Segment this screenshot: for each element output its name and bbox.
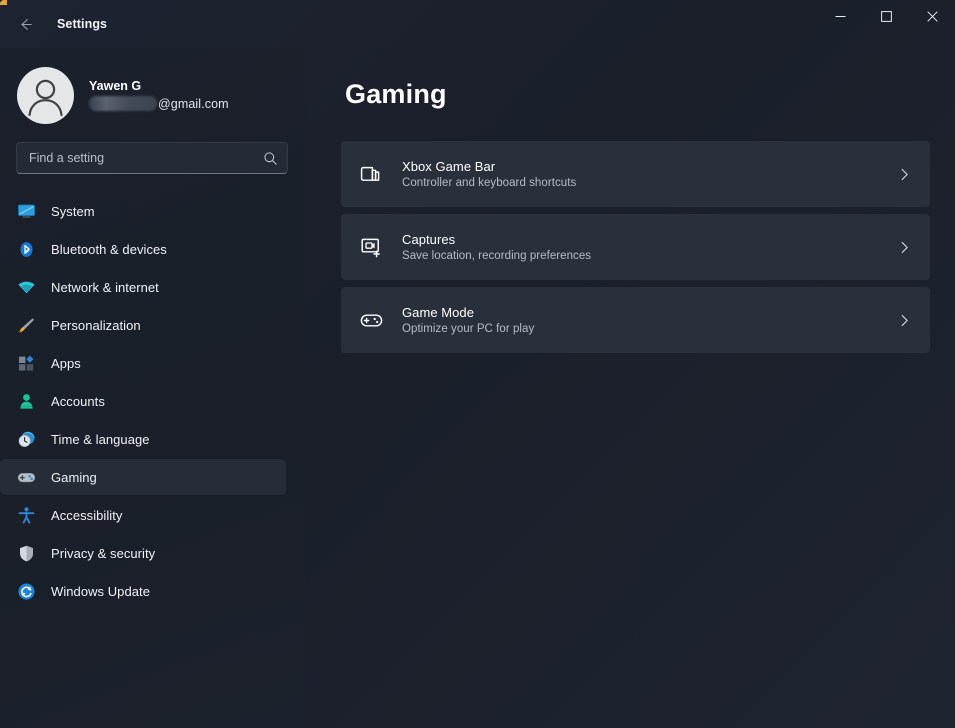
card-text: Xbox Game Bar Controller and keyboard sh… xyxy=(402,159,897,189)
sidebar-item-accessibility[interactable]: Accessibility xyxy=(0,497,286,533)
sidebar: Yawen G @gmail.com Find a setting System… xyxy=(0,48,305,728)
settings-card-xbox-game-bar[interactable]: Xbox Game Bar Controller and keyboard sh… xyxy=(341,141,930,207)
gamepad-outline-icon xyxy=(355,304,387,336)
sidebar-item-label: Personalization xyxy=(51,317,141,333)
sidebar-item-label: Accounts xyxy=(51,393,105,409)
apps-icon xyxy=(16,353,36,373)
title-bar: Settings xyxy=(0,0,955,48)
sidebar-item-windows-update[interactable]: Windows Update xyxy=(0,573,286,609)
app-title: Settings xyxy=(57,17,108,31)
sidebar-item-personalization[interactable]: Personalization xyxy=(0,307,286,343)
maximize-button[interactable] xyxy=(863,0,909,32)
sidebar-item-bluetooth-devices[interactable]: Bluetooth & devices xyxy=(0,231,286,267)
account-name: Yawen G xyxy=(89,79,142,93)
window-accent-corner xyxy=(0,0,7,5)
sidebar-item-label: Windows Update xyxy=(51,583,150,599)
card-subtitle: Optimize your PC for play xyxy=(402,323,535,335)
card-title: Game Mode xyxy=(402,305,474,320)
sidebar-nav: System Bluetooth & devices Network & int… xyxy=(0,193,305,609)
search-icon[interactable] xyxy=(263,151,278,166)
close-button[interactable] xyxy=(909,0,955,32)
back-button[interactable] xyxy=(7,6,43,42)
sidebar-item-label: Accessibility xyxy=(51,507,123,523)
sidebar-item-label: Gaming xyxy=(51,469,97,485)
email-redacted-block xyxy=(89,96,157,111)
sidebar-item-label: Bluetooth & devices xyxy=(51,241,167,257)
window-controls xyxy=(817,0,955,48)
chevron-right-icon xyxy=(897,167,912,182)
sidebar-item-accounts[interactable]: Accounts xyxy=(0,383,286,419)
wifi-icon xyxy=(16,277,36,297)
shield-icon xyxy=(16,543,36,563)
main-content: Gaming Xbox Game Bar Controller and keyb… xyxy=(305,48,955,728)
sidebar-item-label: Time & language xyxy=(51,431,150,447)
email-domain: @gmail.com xyxy=(158,96,229,111)
accessibility-icon xyxy=(16,505,36,525)
card-text: Captures Save location, recording prefer… xyxy=(402,232,897,262)
window-body: Yawen G @gmail.com Find a setting System… xyxy=(0,48,955,728)
search-area xyxy=(0,128,305,174)
settings-card-list: Xbox Game Bar Controller and keyboard sh… xyxy=(341,141,930,353)
system-icon xyxy=(16,201,36,221)
sidebar-item-label: Apps xyxy=(51,355,81,371)
sidebar-item-system[interactable]: System xyxy=(0,193,286,229)
search-input[interactable] xyxy=(29,151,263,165)
chevron-right-icon xyxy=(897,313,912,328)
avatar[interactable] xyxy=(17,66,74,124)
sidebar-item-gaming[interactable]: Gaming xyxy=(0,459,286,495)
sidebar-item-label: System xyxy=(51,203,95,219)
settings-card-captures[interactable]: Captures Save location, recording prefer… xyxy=(341,214,930,280)
card-text: Game Mode Optimize your PC for play xyxy=(402,305,897,335)
paintbrush-icon xyxy=(16,315,36,335)
account-email: @gmail.com xyxy=(89,96,229,111)
sidebar-item-apps[interactable]: Apps xyxy=(0,345,286,381)
person-icon xyxy=(16,391,36,411)
sidebar-item-time-language[interactable]: Time & language xyxy=(0,421,286,457)
sidebar-item-network-internet[interactable]: Network & internet xyxy=(0,269,286,305)
sidebar-item-label: Network & internet xyxy=(51,279,159,295)
game-bar-icon xyxy=(355,158,387,190)
search-box[interactable] xyxy=(16,142,288,174)
capture-icon xyxy=(355,231,387,263)
minimize-button[interactable] xyxy=(817,0,863,32)
gamepad-icon xyxy=(16,467,36,487)
card-subtitle: Controller and keyboard shortcuts xyxy=(402,177,577,189)
settings-window: Settings Yawen G @gmail.com Find a setti… xyxy=(0,0,955,728)
chevron-right-icon xyxy=(897,240,912,255)
clock-icon xyxy=(16,429,36,449)
sidebar-item-privacy-security[interactable]: Privacy & security xyxy=(0,535,286,571)
settings-card-game-mode[interactable]: Game Mode Optimize your PC for play xyxy=(341,287,930,353)
update-icon xyxy=(16,581,36,601)
account-block[interactable]: Yawen G @gmail.com xyxy=(0,52,305,128)
page-title: Gaming xyxy=(345,79,447,109)
card-title: Captures xyxy=(402,232,456,247)
card-title: Xbox Game Bar xyxy=(402,159,496,174)
sidebar-item-label: Privacy & security xyxy=(51,545,156,561)
bluetooth-icon xyxy=(16,239,36,259)
card-subtitle: Save location, recording preferences xyxy=(402,250,592,262)
account-text: Yawen G @gmail.com xyxy=(89,79,229,111)
